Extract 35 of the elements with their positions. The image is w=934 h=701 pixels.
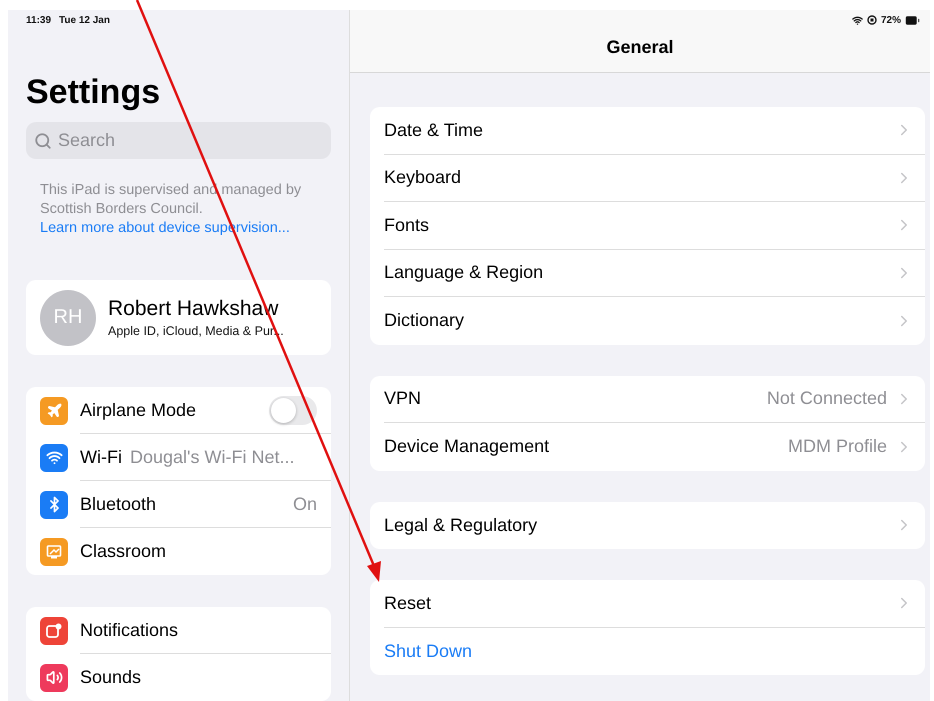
airplane-icon [46, 402, 62, 419]
item-value: On [292, 494, 317, 514]
search-icon [34, 132, 52, 150]
speaker-icon [46, 669, 62, 686]
settings-item[interactable]: Dictionary [370, 297, 925, 344]
battery-percent: 72% [880, 14, 901, 26]
settings-item[interactable]: Device Management MDM Profile [370, 423, 925, 470]
status-date: Tue 12 Jan [59, 15, 110, 26]
sidebar-item[interactable]: Airplane Mode [26, 387, 331, 434]
settings-item[interactable]: Reset [370, 580, 925, 628]
sidebar-item[interactable]: Classroom [26, 528, 331, 575]
classroom-icon [46, 544, 62, 560]
settings-item[interactable]: Date & Time [370, 107, 925, 154]
settings-item[interactable]: Fonts [370, 202, 925, 250]
settings-item[interactable]: VPN Not Connected [370, 376, 925, 423]
action-item[interactable]: Shut Down [370, 628, 925, 675]
wifi-icon [852, 14, 863, 26]
settings-item[interactable]: Language & Region [370, 250, 925, 297]
sidebar-item[interactable]: Sounds [26, 654, 331, 701]
item-value: Not Connected [766, 388, 887, 410]
sidebar-item[interactable]: Notifications [26, 607, 331, 654]
status-time: 11:39 [26, 15, 52, 26]
item-value: MDM Profile [788, 436, 887, 458]
avatar: RH [40, 290, 96, 346]
sidebar-title: Settings [26, 73, 162, 112]
notifications-icon [45, 622, 63, 640]
page-title: General [606, 37, 674, 58]
lock-rotation-icon [866, 15, 877, 25]
wifi-icon [46, 449, 62, 466]
toggle-switch[interactable] [269, 396, 317, 424]
settings-item[interactable]: Legal & Regulatory [370, 502, 925, 549]
item-value: Dougal's Wi-Fi Net... [130, 446, 294, 468]
sidebar-item[interactable]: Wi-Fi Dougal's Wi-Fi Net... [26, 434, 331, 481]
sidebar-item[interactable]: Bluetooth On [26, 481, 331, 528]
settings-item[interactable]: Keyboard [370, 154, 925, 202]
